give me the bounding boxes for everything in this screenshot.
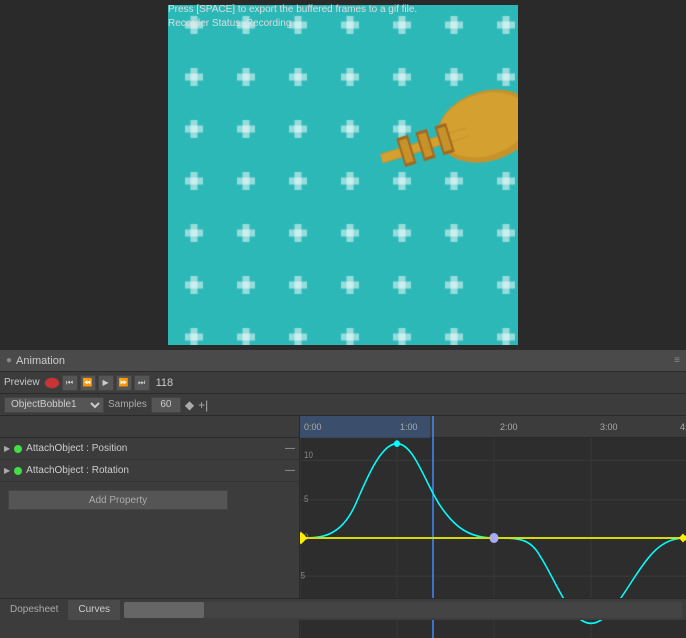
frame-count: 118 <box>156 377 174 389</box>
position-property-name: AttachObject : Position <box>26 443 281 454</box>
add-property-button[interactable]: Add Property <box>8 490 228 510</box>
skip-start-button[interactable]: ⏮ <box>62 375 78 391</box>
rotation-action[interactable]: — <box>285 465 295 476</box>
svg-text:0:00: 0:00 <box>304 422 322 432</box>
panel-title: Animation <box>16 355 65 367</box>
add-property-container: Add Property <box>0 482 299 518</box>
rotation-property-name: AttachObject : Rotation <box>26 465 281 476</box>
property-rotation-row: ▶ AttachObject : Rotation — <box>0 460 299 482</box>
object-selector[interactable]: ObjectBobble1 <box>4 397 104 413</box>
preview-area: Press [SPACE] to export the buffered fra… <box>0 0 686 350</box>
timeline-scrollbar[interactable] <box>124 602 682 618</box>
rotation-color-dot <box>14 467 22 475</box>
recorder-status: Recorder Status: Recording <box>168 18 291 29</box>
properties-row: ObjectBobble1 Samples ◆ +| <box>0 394 686 416</box>
dopesheet-tab[interactable]: Dopesheet <box>0 600 68 620</box>
position-expand-arrow[interactable]: ▶ <box>4 444 10 453</box>
next-frame-button[interactable]: ⏩ <box>116 375 132 391</box>
preview-canvas <box>168 5 518 345</box>
timeline-ruler: 0:00 1:00 2:00 3:00 4:00 <box>300 416 686 437</box>
preview-label: Preview <box>4 377 40 388</box>
svg-text:-5: -5 <box>300 570 305 581</box>
samples-input[interactable] <box>151 397 181 413</box>
toolbar-row: Preview ⏮ ⏪ ▶ ⏩ ⏭ 118 <box>0 372 686 394</box>
record-button[interactable] <box>44 377 60 389</box>
animation-panel: ● Animation ≡ Preview ⏮ ⏪ ▶ ⏩ ⏭ 118 Obje… <box>0 350 686 620</box>
rotation-expand-arrow[interactable]: ▶ <box>4 466 10 475</box>
svg-text:1:00: 1:00 <box>400 422 418 432</box>
bottom-row: Dopesheet Curves <box>0 598 686 620</box>
panel-icon: ● <box>6 355 12 366</box>
timeline-header: 0:00 1:00 2:00 3:00 4:00 <box>0 416 686 438</box>
svg-text:5: 5 <box>304 494 309 505</box>
svg-text:2:00: 2:00 <box>500 422 518 432</box>
bar-plus-icon[interactable]: +| <box>198 398 208 412</box>
panel-header: ● Animation ≡ <box>0 350 686 372</box>
skip-end-button[interactable]: ⏭ <box>134 375 150 391</box>
prev-frame-button[interactable]: ⏪ <box>80 375 96 391</box>
svg-text:4:00: 4:00 <box>680 422 686 432</box>
curves-tab[interactable]: Curves <box>68 600 120 620</box>
overlay-text: Press [SPACE] to export the buffered fra… <box>168 4 417 15</box>
position-action[interactable]: — <box>285 443 295 454</box>
samples-label: Samples <box>108 399 147 410</box>
position-color-dot <box>14 445 22 453</box>
left-spacer <box>0 416 300 437</box>
property-position-row: ▶ AttachObject : Position — <box>0 438 299 460</box>
diamond-plus-icon[interactable]: ◆ <box>185 398 194 412</box>
panel-menu[interactable]: ≡ <box>674 355 680 366</box>
svg-text:10: 10 <box>304 450 313 461</box>
svg-text:3:00: 3:00 <box>600 422 618 432</box>
play-button[interactable]: ▶ <box>98 375 114 391</box>
